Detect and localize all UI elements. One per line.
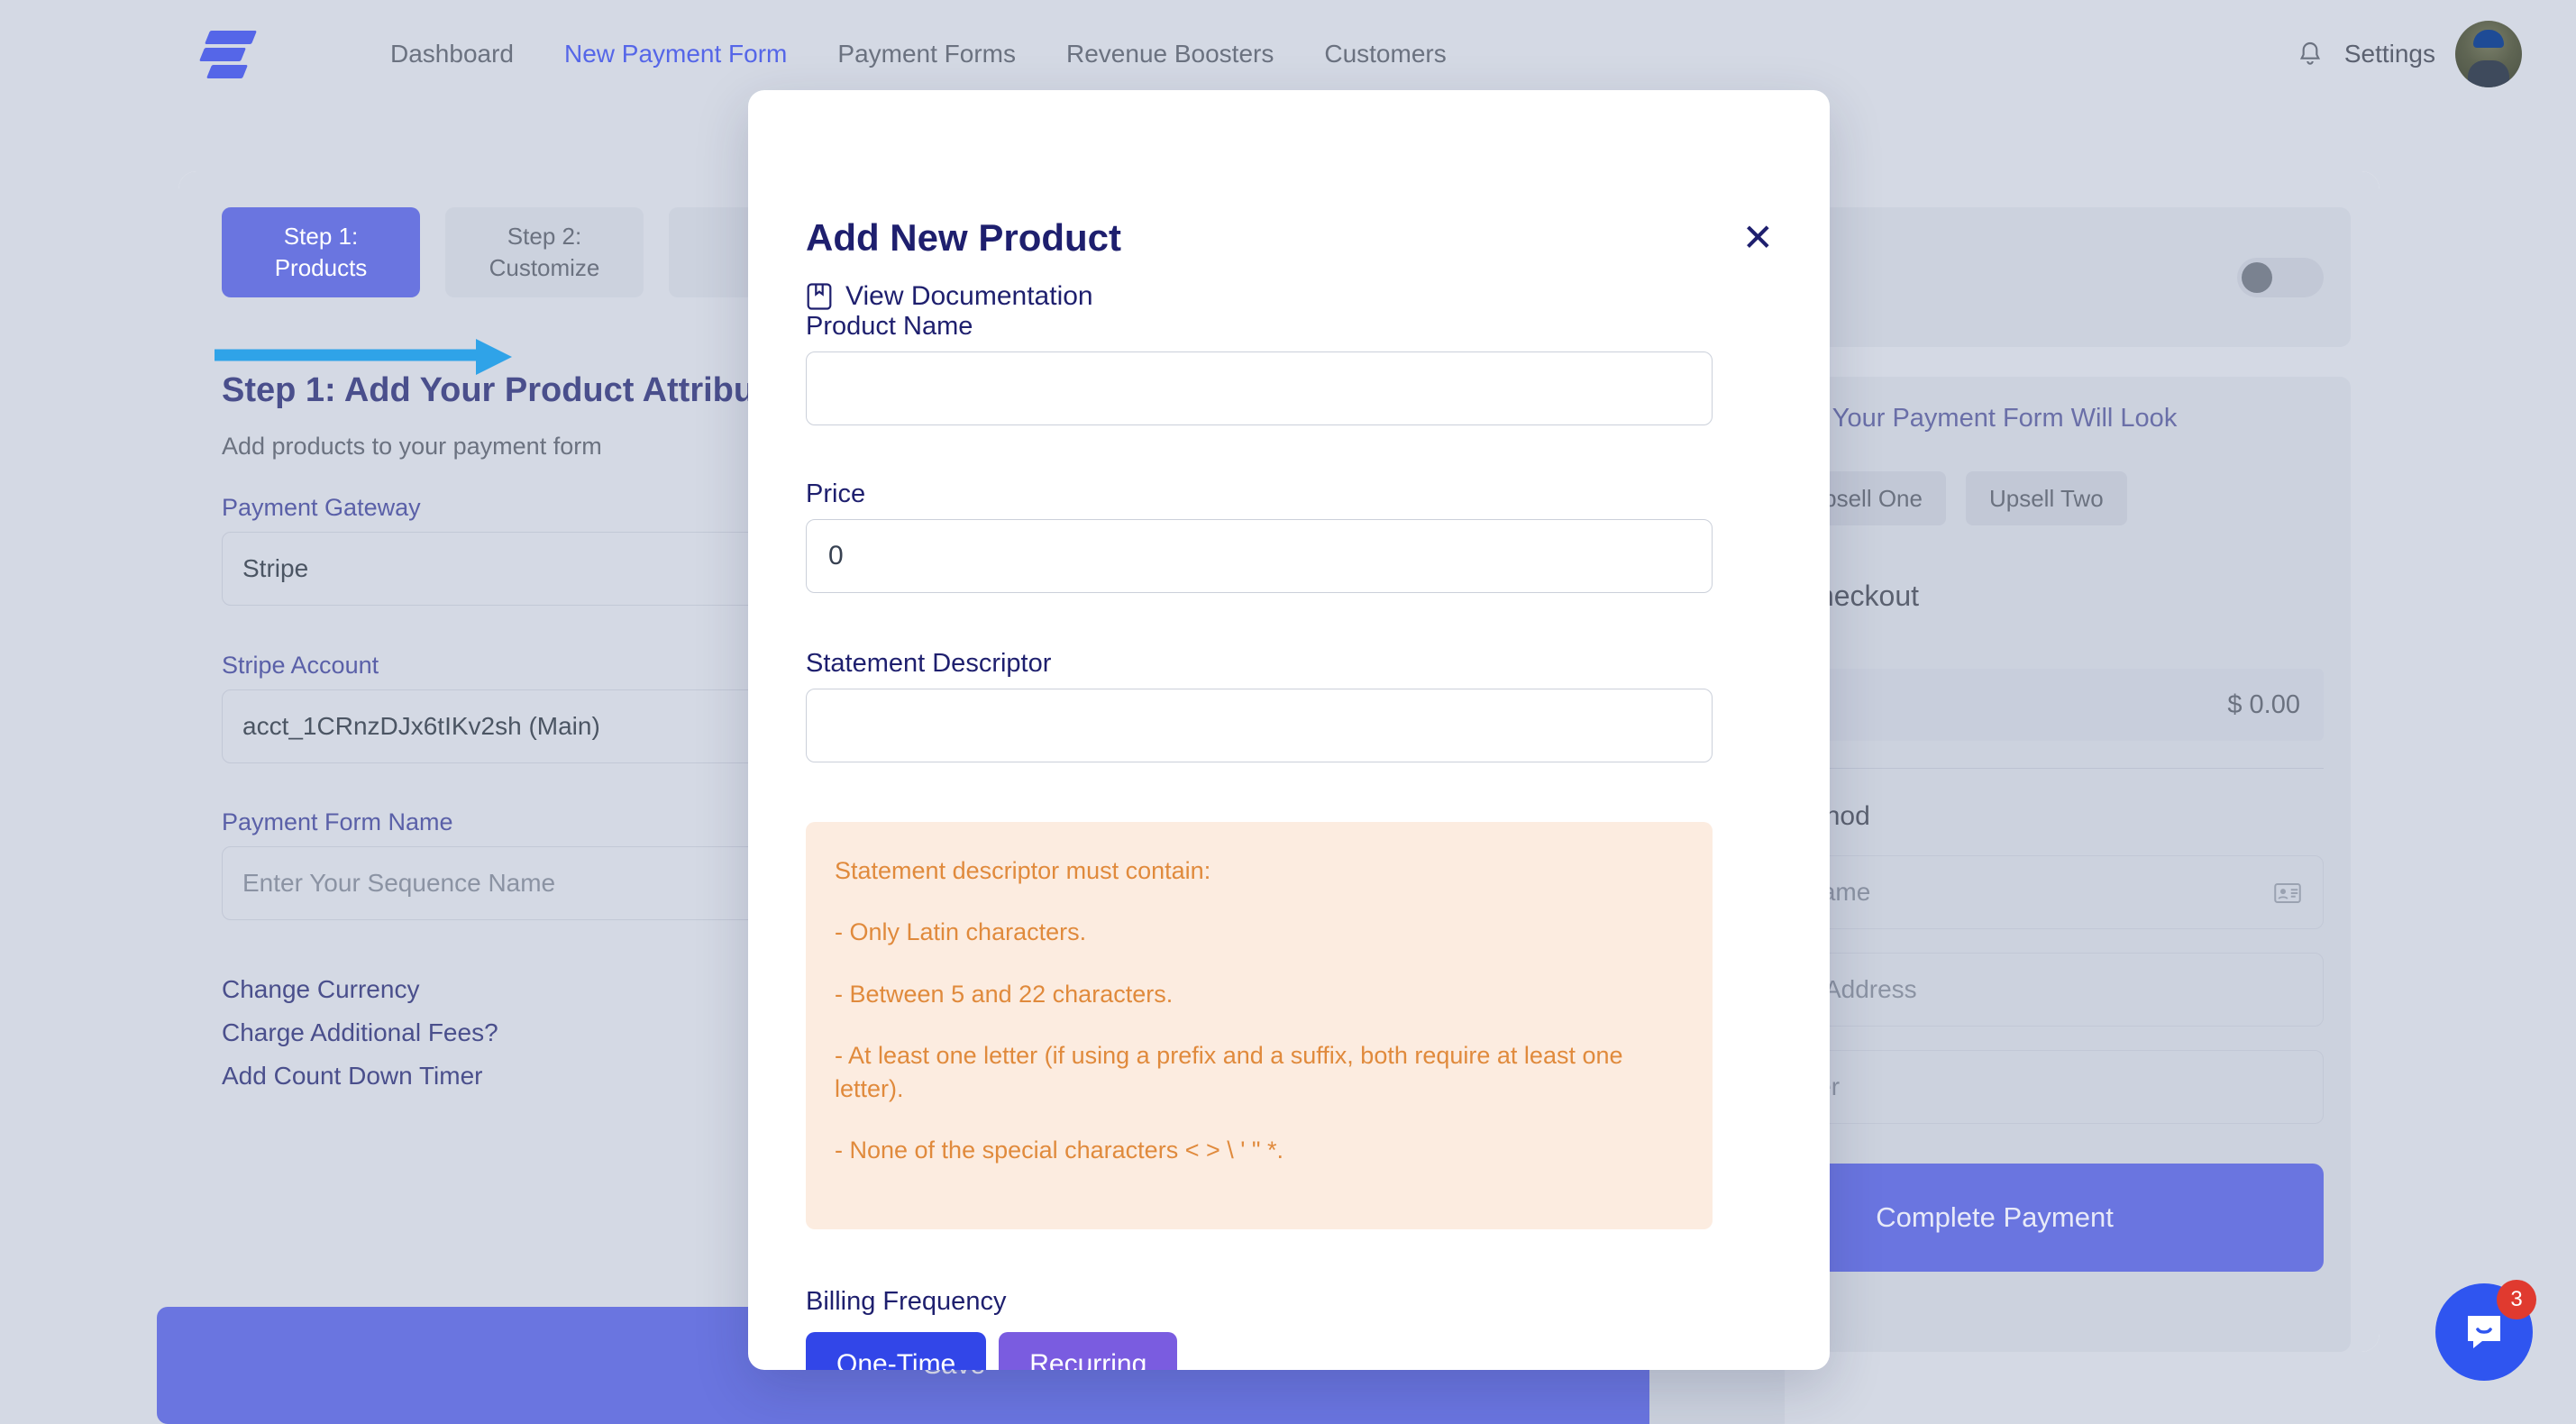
- billing-frequency-buttons: One-Time Recurring: [806, 1332, 1178, 1370]
- option-charge-additional-fees[interactable]: Charge Additional Fees?: [222, 1018, 498, 1047]
- note-heading: Statement descriptor must contain:: [835, 857, 1211, 884]
- note-rule-latin: - Only Latin characters.: [835, 918, 1087, 946]
- label-payment-form-name: Payment Form Name: [222, 808, 453, 835]
- step-tab-products[interactable]: Step 1: Products: [222, 207, 420, 297]
- chat-unread-badge: 3: [2497, 1280, 2536, 1319]
- close-icon[interactable]: ✕: [1742, 219, 1774, 257]
- view-documentation-link[interactable]: View Documentation: [806, 281, 1093, 312]
- step-tab-customize-line2: Customize: [489, 254, 600, 281]
- input-statement-descriptor[interactable]: [806, 689, 1713, 762]
- step-tab-products-line2: Products: [274, 254, 368, 281]
- input-price[interactable]: 0: [806, 519, 1713, 593]
- modal-title: Add New Product: [806, 216, 1122, 259]
- add-new-product-modal: Add New Product ✕ View Documentation Pro…: [748, 90, 1830, 1370]
- option-add-countdown-timer[interactable]: Add Count Down Timer: [222, 1062, 482, 1091]
- step-tab-products-line1: Step 1:: [283, 222, 359, 250]
- label-payment-gateway: Payment Gateway: [222, 494, 421, 521]
- step-tab-customize[interactable]: Step 2: Customize: [445, 207, 644, 297]
- nav-link-new-payment-form[interactable]: New Payment Form: [539, 40, 812, 68]
- statement-descriptor-rules-note: Statement descriptor must contain: - Onl…: [806, 822, 1713, 1229]
- input-product-name[interactable]: [806, 351, 1713, 425]
- nav-right-cluster: Settings: [2296, 0, 2522, 108]
- billing-recurring-button[interactable]: Recurring: [999, 1332, 1178, 1370]
- nav-link-dashboard[interactable]: Dashboard: [365, 40, 539, 68]
- note-rule-letter: - At least one letter (if using a prefix…: [835, 1042, 1623, 1102]
- chat-bubble-icon: [2462, 1312, 2506, 1352]
- label-product-name: Product Name: [806, 312, 973, 341]
- settings-link[interactable]: Settings: [2344, 40, 2435, 68]
- order-total-value: $ 0.00: [2227, 689, 2300, 719]
- chat-launcher-button[interactable]: 3: [2435, 1280, 2536, 1381]
- billing-one-time-button[interactable]: One-Time: [806, 1332, 987, 1370]
- notification-bell-icon[interactable]: [2296, 39, 2325, 69]
- page-subtitle: Add products to your payment form: [222, 433, 602, 460]
- annotation-arrow: [215, 339, 512, 375]
- nav-link-customers[interactable]: Customers: [1299, 40, 1471, 68]
- note-rule-length: - Between 5 and 22 characters.: [835, 980, 1174, 1008]
- nav-links: Dashboard New Payment Form Payment Forms…: [365, 40, 1472, 68]
- test-mode-toggle[interactable]: [2237, 257, 2324, 297]
- book-icon: [806, 282, 833, 311]
- user-avatar[interactable]: [2455, 21, 2522, 87]
- test-mode-toggle-knob: [2242, 261, 2272, 293]
- nav-link-payment-forms[interactable]: Payment Forms: [812, 40, 1041, 68]
- label-price: Price: [806, 479, 866, 508]
- id-card-icon: [2274, 881, 2301, 903]
- label-stripe-account: Stripe Account: [222, 652, 379, 679]
- label-billing-frequency: Billing Frequency: [806, 1287, 1007, 1316]
- upsell-tab-two[interactable]: Upsell Two: [1965, 471, 2127, 525]
- step-tab-customize-line1: Step 2:: [507, 222, 582, 250]
- label-statement-descriptor: Statement Descriptor: [806, 649, 1052, 678]
- brand-logo-icon[interactable]: [198, 27, 279, 81]
- note-rule-special-chars: - None of the special characters < > \ '…: [835, 1136, 1283, 1164]
- view-documentation-label: View Documentation: [845, 281, 1093, 311]
- nav-link-revenue-boosters[interactable]: Revenue Boosters: [1041, 40, 1299, 68]
- option-change-currency[interactable]: Change Currency: [222, 975, 419, 1004]
